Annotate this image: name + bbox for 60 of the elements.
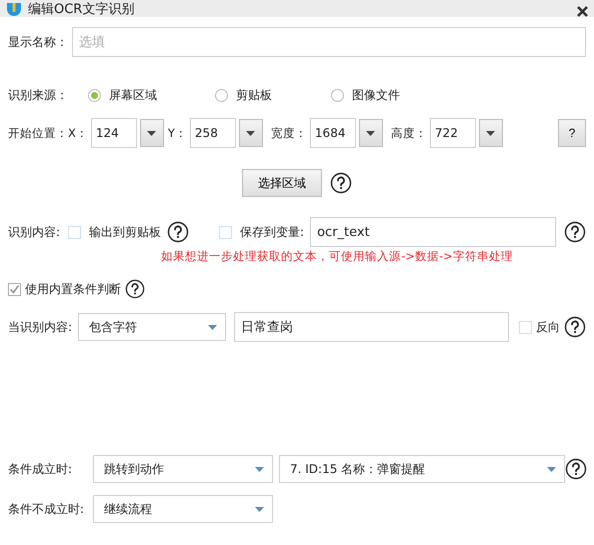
match-text-field[interactable]: 日常查岗 (234, 312, 509, 342)
checkbox[interactable] (219, 226, 232, 238)
radio-button[interactable] (88, 88, 101, 102)
target-dropdown[interactable]: 7. ID:15 名称：弹窗提醒 (279, 455, 565, 483)
checkbox[interactable] (519, 320, 532, 334)
action-dropdown[interactable]: 跳转到动作 (93, 455, 273, 483)
close-icon[interactable] (577, 6, 588, 17)
number-field[interactable]: 1684 (310, 118, 356, 148)
radio-button[interactable] (215, 88, 228, 102)
action-dropdown[interactable]: 继续流程 (93, 495, 273, 523)
checkbox-label: 输出到剪贴板 (89, 224, 162, 240)
field-label: 识别来源： (8, 86, 69, 104)
checkbox[interactable] (8, 282, 21, 296)
help-icon[interactable] (167, 221, 190, 243)
field-label: X： (68, 126, 88, 140)
field-label: 条件成立时: (8, 460, 74, 478)
radio-label: 屏幕区域 (109, 86, 157, 104)
field-label: 开始位置： (8, 126, 68, 140)
caret-icon (147, 130, 156, 136)
hint-text: 如果想进一步处理获取的文本，可使用输入源->数据->字符串处理 (160, 249, 514, 264)
app-logo-icon (6, 3, 22, 17)
radio-label: 图像文件 (352, 86, 400, 104)
caret-icon (255, 466, 264, 472)
dropdown-button[interactable] (140, 119, 164, 147)
dropdown-button[interactable] (478, 119, 503, 147)
help-icon[interactable] (564, 316, 586, 338)
field-label: 高度： (390, 126, 427, 140)
checkbox-label: 反向 (536, 318, 560, 336)
field-label: 当识别内容: (8, 318, 72, 336)
checkbox-label: 使用内置条件判断 (25, 280, 121, 298)
checkbox[interactable] (68, 226, 82, 238)
caret-icon (366, 130, 376, 136)
number-field[interactable]: 258 (190, 118, 236, 148)
dropdown-button[interactable] (238, 119, 263, 147)
select-area-button[interactable]: 选择区域 (242, 169, 322, 197)
number-field[interactable]: 124 (90, 118, 137, 148)
field-label: 宽度： (270, 126, 307, 140)
help-button[interactable]: ? (558, 119, 586, 147)
help-icon[interactable] (125, 279, 145, 299)
field-label: 条件不成立时: (8, 500, 86, 518)
caret-icon (547, 466, 556, 472)
field-label: 识别内容: (8, 224, 60, 240)
radio-button[interactable] (331, 88, 344, 102)
window-title: 编辑OCR文字识别 (28, 2, 134, 17)
help-icon[interactable] (565, 458, 587, 480)
field-label: Y： (168, 126, 187, 140)
caret-icon (486, 130, 496, 136)
field-label: 显示名称： (8, 34, 69, 50)
number-field[interactable]: 722 (430, 118, 476, 148)
dropdown-button[interactable] (358, 119, 383, 147)
help-icon[interactable] (564, 221, 586, 243)
caret-icon (208, 324, 218, 330)
checkbox-label: 保存到变量: (240, 224, 304, 240)
help-icon[interactable] (330, 172, 352, 194)
operator-dropdown[interactable]: 包含字符 (78, 313, 226, 341)
variable-field[interactable]: ocr_text (310, 217, 556, 247)
caret-icon (246, 130, 256, 136)
radio-label: 剪贴板 (236, 86, 272, 104)
radio-dot-icon (91, 92, 98, 98)
caret-icon (255, 506, 264, 512)
